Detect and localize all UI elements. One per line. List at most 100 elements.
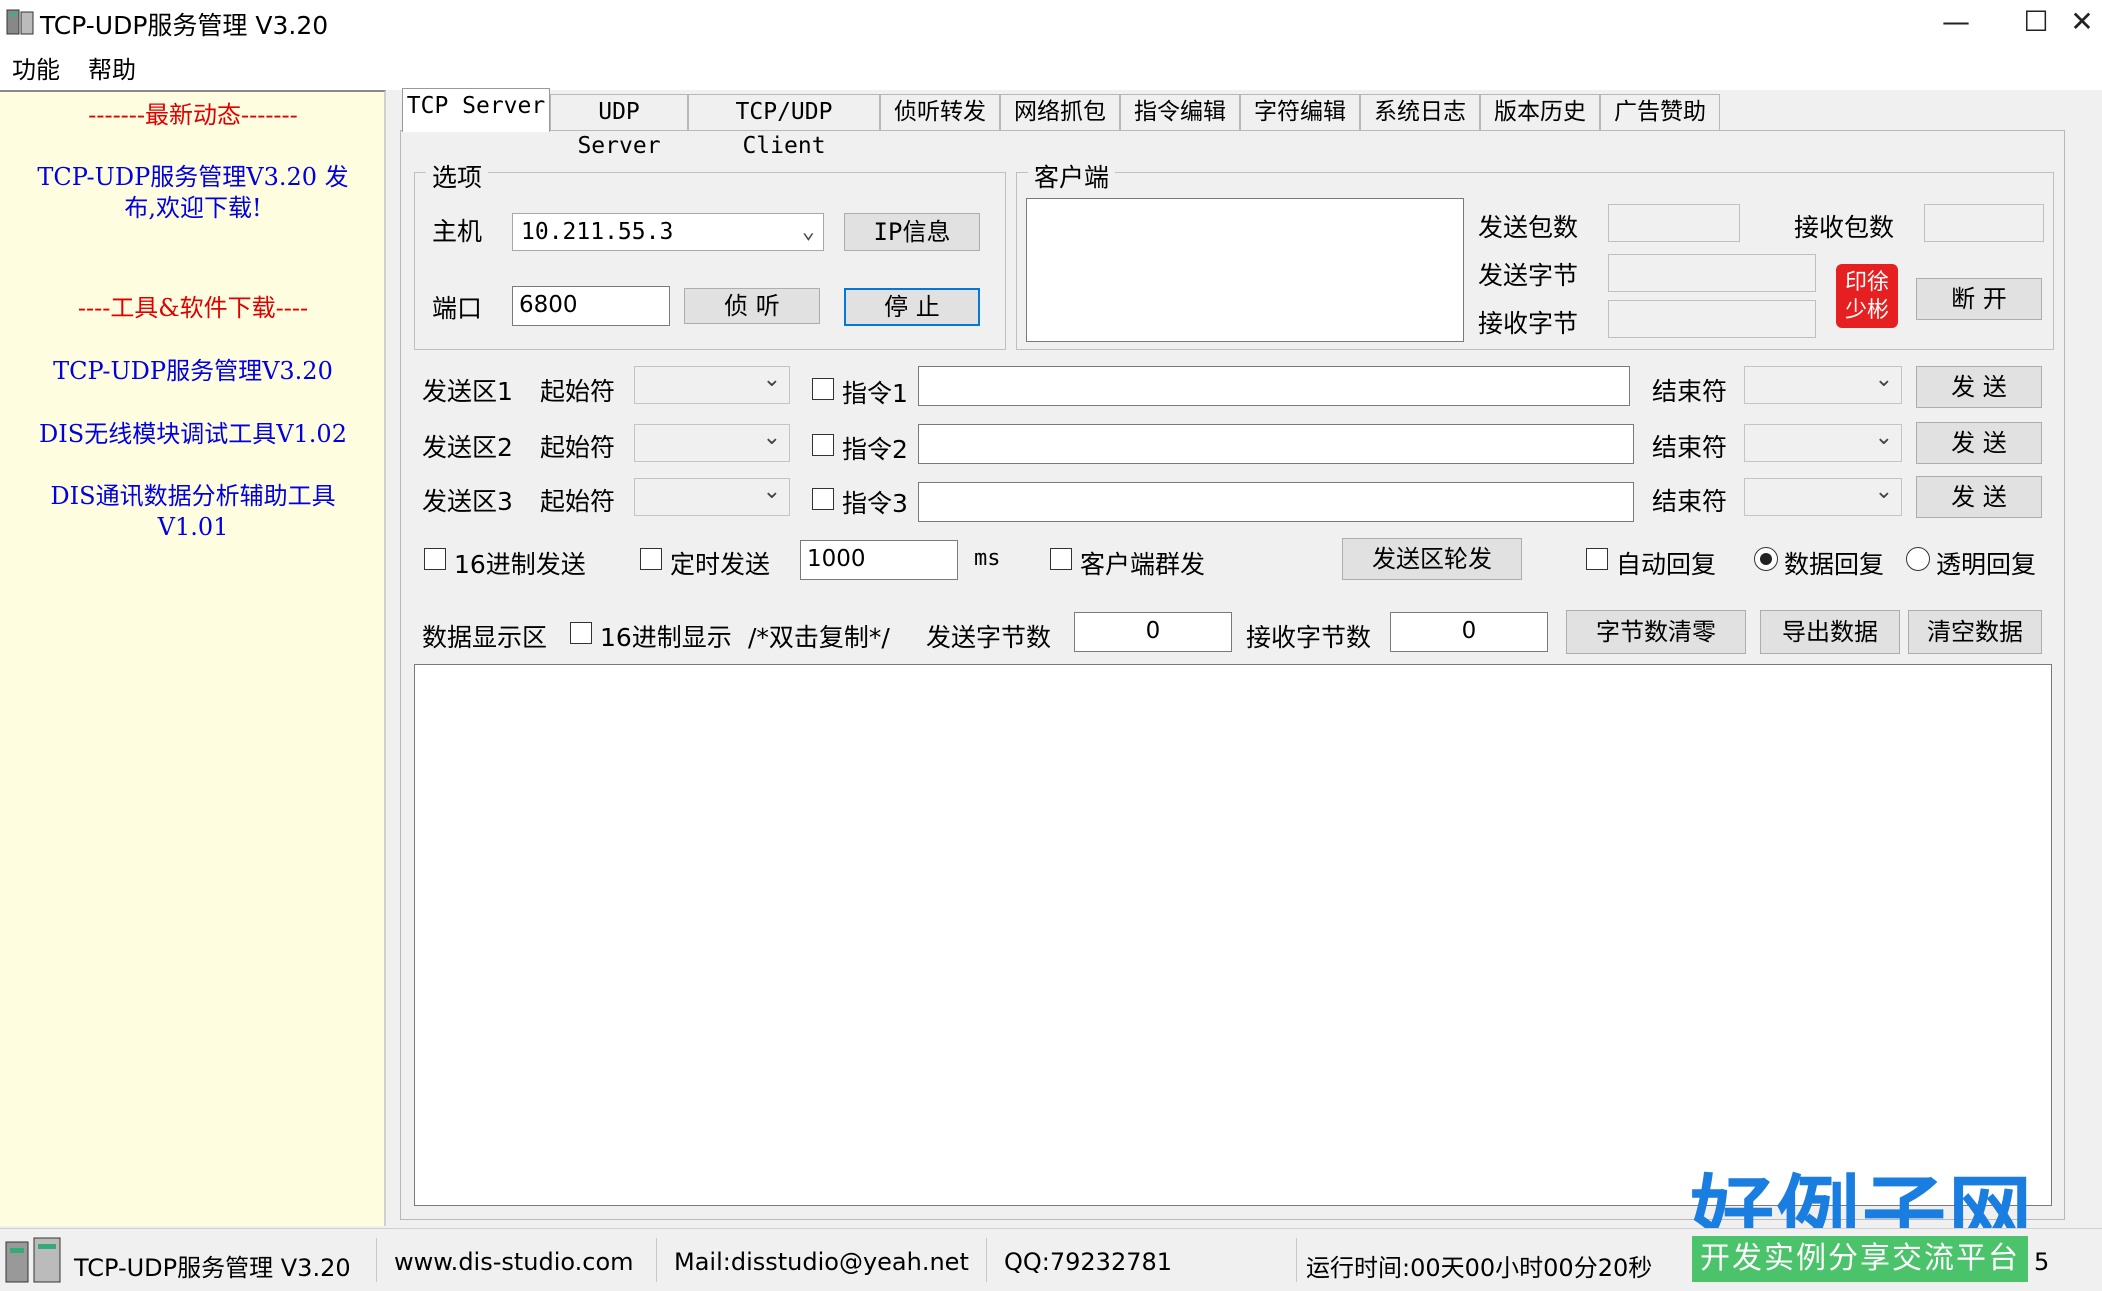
window-title: TCP-UDP服务管理 V3.20 bbox=[40, 11, 329, 40]
export-data-button[interactable]: 导出数据 bbox=[1760, 610, 1900, 654]
client-list[interactable] bbox=[1026, 198, 1464, 342]
recv-bytes-count-label: 接收字节数 bbox=[1246, 623, 1372, 652]
transparent-reply-radio[interactable] bbox=[1906, 547, 1930, 571]
status-extra: 5 bbox=[2034, 1248, 2050, 1276]
tab-tcp-server[interactable]: TCP Server bbox=[402, 88, 550, 132]
tool-link-dis-analysis[interactable]: DIS通讯数据分析辅助工具 bbox=[0, 481, 386, 512]
tool-link-tcp-udp[interactable]: TCP-UDP服务管理V3.20 bbox=[0, 356, 386, 387]
send-bytes-field bbox=[1608, 254, 1816, 292]
send-zone-2-send-button[interactable]: 发 送 bbox=[1916, 422, 2042, 464]
chevron-down-icon: ⌄ bbox=[1874, 479, 1893, 504]
send-zone-1-end-select[interactable]: ⌄ bbox=[1744, 366, 1902, 404]
send-zone-1-start-label: 起始符 bbox=[540, 377, 616, 406]
tab-system-log[interactable]: 系统日志 bbox=[1360, 94, 1480, 130]
send-zone-1-start-select[interactable]: ⌄ bbox=[634, 366, 790, 404]
news-line-1[interactable]: TCP-UDP服务管理V3.20 发 bbox=[0, 162, 386, 193]
ms-label: ms bbox=[974, 546, 1001, 571]
timed-send-label: 定时发送 bbox=[670, 550, 771, 579]
data-display-area[interactable] bbox=[414, 664, 2052, 1206]
data-reply-radio[interactable] bbox=[1754, 547, 1778, 571]
send-zone-2-label: 发送区2 bbox=[422, 433, 513, 462]
port-input[interactable]: 6800 bbox=[512, 286, 670, 326]
tools-header: ----工具&软件下载---- bbox=[77, 294, 309, 322]
send-zone-2-start-select[interactable]: ⌄ bbox=[634, 424, 790, 462]
status-divider bbox=[1296, 1238, 1297, 1282]
send-zone-2-input[interactable] bbox=[918, 424, 1634, 464]
client-broadcast-label: 客户端群发 bbox=[1080, 550, 1206, 579]
send-zone-2-end-label: 结束符 bbox=[1652, 433, 1728, 462]
menu-help[interactable]: 帮助 bbox=[88, 50, 136, 85]
clear-byte-count-button[interactable]: 字节数清零 bbox=[1566, 610, 1746, 654]
send-zone-3-input[interactable] bbox=[918, 482, 1634, 522]
send-zone-1-cmd-label: 指令1 bbox=[842, 379, 908, 408]
rotate-send-button[interactable]: 发送区轮发 bbox=[1342, 538, 1522, 580]
send-zone-1-input[interactable] bbox=[918, 366, 1630, 406]
menu-function[interactable]: 功能 bbox=[12, 50, 60, 85]
ip-info-button[interactable]: IP信息 bbox=[844, 213, 980, 251]
display-area-label: 数据显示区 bbox=[422, 623, 548, 652]
send-zone-3-cmd-checkbox[interactable] bbox=[812, 488, 834, 510]
news-line-2[interactable]: 布,欢迎下载! bbox=[0, 193, 386, 224]
status-runtime: 运行时间:00天00小时00分20秒 bbox=[1306, 1254, 1653, 1282]
chevron-down-icon: ⌄ bbox=[1874, 367, 1893, 392]
author-seal: 印徐 少彬 bbox=[1836, 264, 1898, 328]
send-zone-1-send-button[interactable]: 发 送 bbox=[1916, 366, 2042, 408]
send-zone-1-cmd-checkbox[interactable] bbox=[812, 378, 834, 400]
sent-bytes-field: 0 bbox=[1074, 612, 1232, 652]
menu-bar bbox=[0, 44, 2102, 90]
close-button[interactable]: ✕ bbox=[2042, 0, 2102, 44]
timed-send-checkbox[interactable] bbox=[640, 548, 662, 570]
host-select[interactable]: 10.211.55.3 ⌄ bbox=[512, 213, 824, 251]
send-zone-2-cmd-checkbox[interactable] bbox=[812, 434, 834, 456]
tab-tcp-udp-client[interactable]: TCP/UDP Client bbox=[688, 94, 880, 159]
status-website[interactable]: www.dis-studio.com bbox=[394, 1248, 634, 1276]
send-zone-3-cmd-label: 指令3 bbox=[842, 489, 908, 518]
tab-char-edit[interactable]: 字符编辑 bbox=[1240, 94, 1360, 130]
hex-send-checkbox[interactable] bbox=[424, 548, 446, 570]
status-divider bbox=[656, 1238, 657, 1282]
status-mail[interactable]: Mail:disstudio@yeah.net bbox=[674, 1248, 969, 1276]
watermark-banner: 开发实例分享交流平台 bbox=[1692, 1236, 2028, 1282]
listen-button[interactable]: 侦 听 bbox=[684, 288, 820, 324]
status-divider bbox=[986, 1238, 987, 1282]
send-bytes-label: 发送字节 bbox=[1478, 261, 1579, 290]
transparent-reply-label: 透明回复 bbox=[1936, 550, 2037, 579]
send-packets-label: 发送包数 bbox=[1478, 213, 1579, 242]
stop-button[interactable]: 停 止 bbox=[844, 288, 980, 326]
send-zone-1-label: 发送区1 bbox=[422, 377, 513, 406]
tab-command-edit[interactable]: 指令编辑 bbox=[1120, 94, 1240, 130]
send-zone-3-end-select[interactable]: ⌄ bbox=[1744, 478, 1902, 516]
sidebar bbox=[0, 90, 386, 1226]
tab-listen-forward[interactable]: 侦听转发 bbox=[880, 94, 1000, 130]
tool-link-dis-wireless[interactable]: DIS无线模块调试工具V1.02 bbox=[0, 419, 386, 450]
tool-link-dis-analysis-version[interactable]: V1.01 bbox=[0, 512, 386, 543]
hex-display-checkbox[interactable] bbox=[570, 622, 592, 644]
tab-packet-capture[interactable]: 网络抓包 bbox=[1000, 94, 1120, 130]
tab-ad-sponsor[interactable]: 广告赞助 bbox=[1600, 94, 1720, 130]
chevron-down-icon: ⌄ bbox=[762, 425, 781, 450]
send-zone-3-send-button[interactable]: 发 送 bbox=[1916, 476, 2042, 518]
client-broadcast-checkbox[interactable] bbox=[1050, 548, 1072, 570]
send-zone-2-start-label: 起始符 bbox=[540, 433, 616, 462]
send-zone-1-end-label: 结束符 bbox=[1652, 377, 1728, 406]
send-zone-3-start-select[interactable]: ⌄ bbox=[634, 478, 790, 516]
app-icon bbox=[6, 9, 34, 35]
tab-udp-server[interactable]: UDP Server bbox=[550, 94, 688, 159]
tab-version-history[interactable]: 版本历史 bbox=[1480, 94, 1600, 130]
send-zone-2-end-select[interactable]: ⌄ bbox=[1744, 424, 1902, 462]
recv-bytes-count-field: 0 bbox=[1390, 612, 1548, 652]
options-group-label: 选项 bbox=[426, 158, 489, 194]
disconnect-button[interactable]: 断 开 bbox=[1916, 278, 2042, 320]
auto-reply-checkbox[interactable] bbox=[1586, 548, 1608, 570]
minimize-button[interactable]: — bbox=[1916, 0, 1996, 44]
auto-reply-label: 自动回复 bbox=[1616, 550, 1717, 579]
port-label: 端口 bbox=[432, 294, 483, 323]
chevron-down-icon: ⌄ bbox=[762, 367, 781, 392]
host-select-value: 10.211.55.3 bbox=[521, 219, 674, 245]
interval-input[interactable]: 1000 bbox=[800, 540, 958, 580]
clear-data-button[interactable]: 清空数据 bbox=[1908, 610, 2042, 654]
hex-send-label: 16进制发送 bbox=[454, 550, 586, 579]
send-zone-2-cmd-label: 指令2 bbox=[842, 435, 908, 464]
recv-packets-field bbox=[1924, 204, 2044, 242]
news-header: -------最新动态------- bbox=[88, 101, 298, 129]
